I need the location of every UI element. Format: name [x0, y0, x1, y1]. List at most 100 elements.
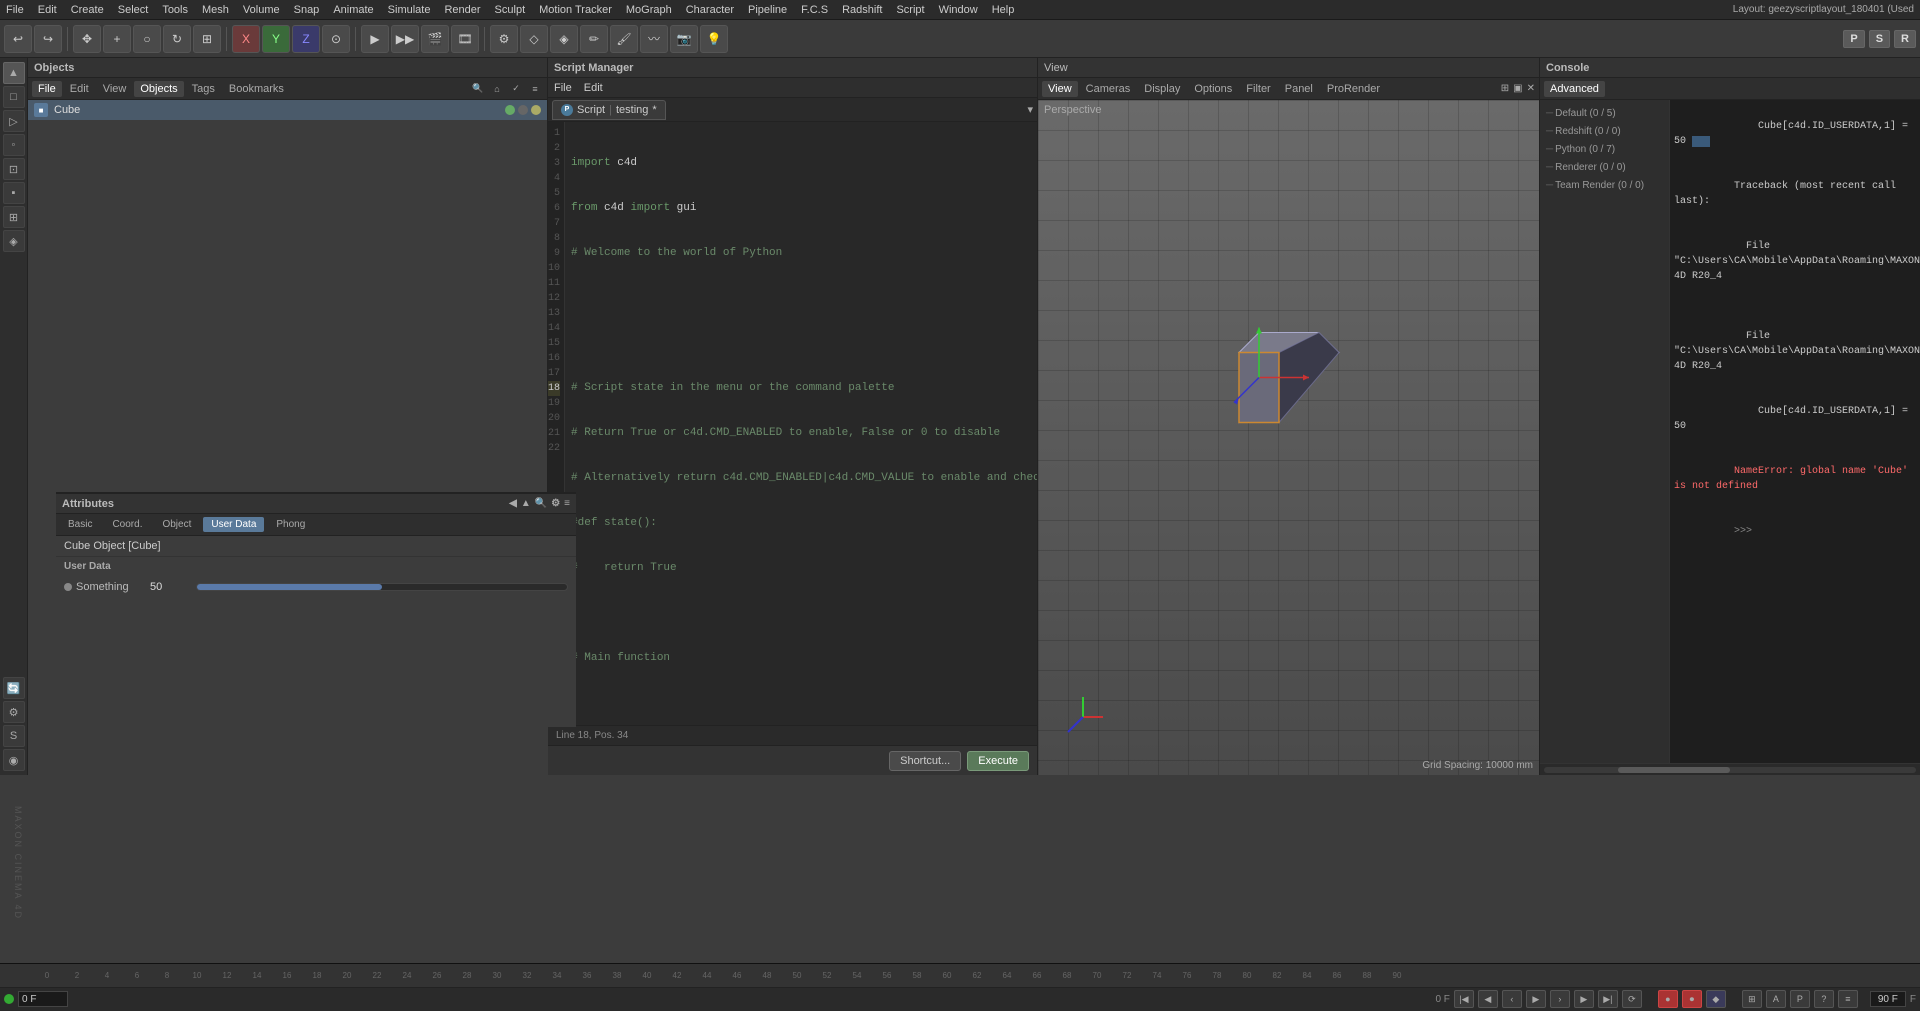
- attr-tab-coord[interactable]: Coord.: [104, 517, 150, 532]
- sidebar-texture-tool[interactable]: ▪: [3, 182, 25, 204]
- scale-tool[interactable]: ⊞: [193, 25, 221, 53]
- redo-button[interactable]: ↪: [34, 25, 62, 53]
- search-icon[interactable]: 🔍: [470, 81, 486, 97]
- rotate-sphere-tool[interactable]: ○: [133, 25, 161, 53]
- tab-objects-edit[interactable]: Edit: [64, 81, 95, 97]
- tl-keyframe-btn[interactable]: ◆: [1706, 990, 1726, 1008]
- menu-volume[interactable]: Volume: [243, 4, 280, 16]
- world-coord[interactable]: ⊙: [322, 25, 350, 53]
- y-axis-btn[interactable]: Y: [262, 25, 290, 53]
- menu-render[interactable]: Render: [444, 4, 480, 16]
- tab-objects-file[interactable]: File: [32, 81, 62, 97]
- z-axis-btn[interactable]: Z: [292, 25, 320, 53]
- code-editor[interactable]: 1 2 3 4 5 6 7 8 9 10 11 12 13 14 15 16 1…: [548, 122, 1037, 725]
- s-button[interactable]: S: [1869, 30, 1890, 48]
- cube-lock-dot[interactable]: [531, 105, 541, 115]
- fps-input[interactable]: [1870, 991, 1906, 1007]
- menu-motion-tracker[interactable]: Motion Tracker: [539, 4, 612, 16]
- attr-tab-basic[interactable]: Basic: [60, 517, 100, 532]
- menu-fcs[interactable]: F.C.S: [801, 4, 828, 16]
- viewport-tab-options[interactable]: Options: [1188, 81, 1238, 97]
- home-icon[interactable]: ⌂: [489, 81, 505, 97]
- sidebar-snap-tool[interactable]: ◈: [3, 230, 25, 252]
- sidebar-edge-tool[interactable]: ▷: [3, 110, 25, 132]
- tl-prev-keyframe[interactable]: |◀: [1454, 990, 1474, 1008]
- render-btn[interactable]: 🎬: [421, 25, 449, 53]
- menu-mograph[interactable]: MoGraph: [626, 4, 672, 16]
- tl-next-keyframe[interactable]: ▶|: [1598, 990, 1618, 1008]
- menu-mesh[interactable]: Mesh: [202, 4, 229, 16]
- hair-btn[interactable]: 〰: [640, 25, 668, 53]
- sidebar-polygon-tool[interactable]: □: [3, 86, 25, 108]
- sidebar-workplane-tool[interactable]: ⊞: [3, 206, 25, 228]
- script-file-tab[interactable]: P Script | testing *: [552, 100, 666, 120]
- viewport-3d-view[interactable]: Perspective Grid Spacing: 10000 mm: [1038, 100, 1539, 775]
- rotate-tool[interactable]: ↻: [163, 25, 191, 53]
- viewport-tab-prorender[interactable]: ProRender: [1321, 81, 1386, 97]
- tl-settings-d[interactable]: ?: [1814, 990, 1834, 1008]
- attr-back-icon[interactable]: ◀: [509, 498, 517, 509]
- tl-record-auto[interactable]: ⏺: [1682, 990, 1702, 1008]
- viewport-tab-cameras[interactable]: Cameras: [1080, 81, 1137, 97]
- menu-simulate[interactable]: Simulate: [388, 4, 431, 16]
- sidebar-uv-tool[interactable]: ⊡: [3, 158, 25, 180]
- p-button[interactable]: P: [1843, 30, 1864, 48]
- tl-settings-c[interactable]: P: [1790, 990, 1810, 1008]
- menu-create[interactable]: Create: [71, 4, 104, 16]
- console-tree-default[interactable]: ─ Default (0 / 5): [1540, 104, 1669, 122]
- execute-button[interactable]: Execute: [967, 751, 1029, 771]
- attr-something-value[interactable]: 50: [150, 581, 190, 593]
- menu-tools[interactable]: Tools: [162, 4, 188, 16]
- light-btn[interactable]: 💡: [700, 25, 728, 53]
- tl-record-btn[interactable]: ●: [1658, 990, 1678, 1008]
- tl-play-back[interactable]: ◀: [1478, 990, 1498, 1008]
- scrollbar-track[interactable]: [1544, 767, 1916, 773]
- attr-more-icon[interactable]: ≡: [564, 498, 570, 509]
- console-tree-renderer[interactable]: ─ Renderer (0 / 0): [1540, 158, 1669, 176]
- quick-sketch-btn[interactable]: ✏: [580, 25, 608, 53]
- cube-visibility-dot[interactable]: [505, 105, 515, 115]
- menu-animate[interactable]: Animate: [333, 4, 373, 16]
- cube-render-dot[interactable]: [518, 105, 528, 115]
- viewport-fullscreen-icon[interactable]: ▣: [1513, 83, 1522, 94]
- more-icon[interactable]: ≡: [527, 81, 543, 97]
- menu-script[interactable]: Script: [896, 4, 924, 16]
- menu-help[interactable]: Help: [992, 4, 1015, 16]
- attr-tab-phong[interactable]: Phong: [268, 517, 313, 532]
- sidebar-bottom-1[interactable]: 🔄: [3, 677, 25, 699]
- menu-sculpt[interactable]: Sculpt: [495, 4, 526, 16]
- tl-step-back[interactable]: ‹: [1502, 990, 1522, 1008]
- move-tool[interactable]: ✥: [73, 25, 101, 53]
- motion-camera-btn[interactable]: 📷: [670, 25, 698, 53]
- object-cube-row[interactable]: ■ Cube: [28, 100, 547, 120]
- render-region-btn[interactable]: ▶▶: [391, 25, 419, 53]
- tl-play-fwd[interactable]: ▶: [1574, 990, 1594, 1008]
- attr-tab-userdata[interactable]: User Data: [203, 517, 264, 532]
- undo-button[interactable]: ↩: [4, 25, 32, 53]
- add-tool[interactable]: +: [103, 25, 131, 53]
- script-menu-file[interactable]: File: [554, 82, 572, 94]
- attr-tab-object[interactable]: Object: [154, 517, 199, 532]
- menu-pipeline[interactable]: Pipeline: [748, 4, 787, 16]
- current-frame-input[interactable]: [18, 991, 68, 1007]
- tl-loop[interactable]: ⟳: [1622, 990, 1642, 1008]
- menu-select[interactable]: Select: [118, 4, 149, 16]
- menu-character[interactable]: Character: [686, 4, 734, 16]
- attr-settings-icon[interactable]: ⚙: [551, 498, 560, 509]
- scrollbar-thumb[interactable]: [1618, 767, 1730, 773]
- script-menu-edit[interactable]: Edit: [584, 82, 603, 94]
- menu-file[interactable]: File: [6, 4, 24, 16]
- viewport-tab-display[interactable]: Display: [1138, 81, 1186, 97]
- menu-snap[interactable]: Snap: [294, 4, 320, 16]
- tl-play[interactable]: ▶: [1526, 990, 1546, 1008]
- display-btn[interactable]: ◈: [550, 25, 578, 53]
- sidebar-bottom-2[interactable]: ⚙: [3, 701, 25, 723]
- sidebar-bottom-3[interactable]: S: [3, 725, 25, 747]
- menu-edit[interactable]: Edit: [38, 4, 57, 16]
- viewport-tab-filter[interactable]: Filter: [1240, 81, 1276, 97]
- panel-settings-icon[interactable]: ✓: [508, 81, 524, 97]
- tl-settings-a[interactable]: ⊞: [1742, 990, 1762, 1008]
- sidebar-point-tool[interactable]: ◦: [3, 134, 25, 156]
- tab-objects-bookmarks[interactable]: Bookmarks: [223, 81, 290, 97]
- tab-objects-tags[interactable]: Tags: [186, 81, 221, 97]
